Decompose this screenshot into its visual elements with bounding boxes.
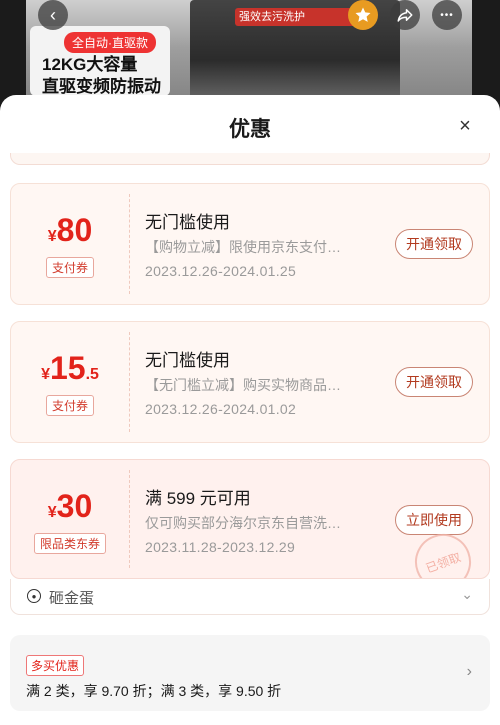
coupon-divider <box>129 332 130 432</box>
coupon-type-tag: 支付券 <box>45 257 94 278</box>
chevron-right-icon: › <box>466 663 472 680</box>
coupon-divider <box>129 470 130 568</box>
machine-banner: 强效去污洗护 <box>235 8 355 26</box>
multi-buy-text: 满 2 类，享 9.70 折；满 3 类，享 9.50 折 <box>26 683 282 699</box>
coupon-validity: 2023.12.26-2024.01.25 <box>145 263 297 279</box>
multi-buy-offer[interactable]: 多买优惠 满 2 类，享 9.70 折；满 3 类，享 9.50 折 › <box>10 635 490 711</box>
share-button[interactable] <box>390 0 420 30</box>
coupon-card[interactable]: ¥30 限品类东券 满 599 元可用 仅可购买部分海尔京东自营洗… 2023.… <box>10 459 490 579</box>
favorite-button[interactable] <box>348 0 378 30</box>
coupon-description: 仅可购买部分海尔京东自营洗… <box>145 515 341 531</box>
coupon-value: 80 <box>56 212 93 248</box>
sheet-title: 优惠 <box>229 118 271 141</box>
claim-button[interactable]: 开通领取 <box>395 229 473 259</box>
coupon-validity: 2023.12.26-2024.01.02 <box>145 401 297 417</box>
coupon-card[interactable]: ¥80 支付券 无门槛使用 【购物立减】限使用京东支付… 2023.12.26-… <box>10 183 490 305</box>
currency-symbol: ¥ <box>47 504 57 521</box>
coupon-divider <box>129 194 130 294</box>
promo-line-2: 直驱变频防振动 <box>42 77 161 96</box>
star-icon <box>355 7 371 22</box>
coupon-card[interactable]: ¥15.5 支付券 无门槛使用 【无门槛立减】购买实物商品… 2023.12.2… <box>10 321 490 443</box>
back-button[interactable]: ‹ <box>38 0 68 30</box>
coupon-sheet: 优惠 × ¥80 支付券 无门槛使用 【购物立减】限使用京东支付… 2023.1… <box>0 95 500 725</box>
back-arrow-icon: ‹ <box>50 4 56 25</box>
more-button[interactable]: ••• <box>432 0 462 30</box>
coupon-type-tag: 支付券 <box>45 395 94 416</box>
coupon-description: 【无门槛立减】购买实物商品… <box>145 377 341 393</box>
coupon-validity: 2023.11.28-2023.12.29 <box>145 539 296 555</box>
close-icon: × <box>459 114 471 137</box>
currency-symbol: ¥ <box>41 366 50 383</box>
egg-icon: ● <box>27 589 41 603</box>
use-now-button[interactable]: 立即使用 <box>395 505 473 535</box>
golden-egg-label: 砸金蛋 <box>49 590 95 607</box>
previous-coupon-edge <box>10 153 490 165</box>
coupon-title: 满 599 元可用 <box>145 489 251 508</box>
coupon-type-tag: 限品类东券 <box>33 533 106 554</box>
promo-card: 全自动·直驱款 12KG大容量 直驱变频防振动 <box>30 26 170 96</box>
currency-symbol: ¥ <box>47 228 57 245</box>
golden-egg-row[interactable]: ● 砸金蛋 ⌄ <box>10 579 490 615</box>
coupon-title: 无门槛使用 <box>145 213 230 232</box>
multi-buy-tag: 多买优惠 <box>26 655 85 676</box>
coupon-amount: ¥80 <box>11 212 129 249</box>
close-button[interactable]: × <box>454 115 476 137</box>
coupon-value: 30 <box>56 488 93 524</box>
coupon-value: 15 <box>49 350 86 386</box>
coupon-amount: ¥15.5 <box>11 350 129 387</box>
coupon-description: 【购物立减】限使用京东支付… <box>145 239 341 255</box>
coupon-amount: ¥30 <box>11 488 129 525</box>
coupon-type: 支付券 <box>11 257 129 278</box>
coupon-value-decimal: .5 <box>85 366 99 383</box>
coupon-type: 支付券 <box>11 395 129 416</box>
chevron-down-icon: ⌄ <box>461 586 473 602</box>
more-dots-icon: ••• <box>440 9 454 21</box>
claim-button[interactable]: 开通领取 <box>395 367 473 397</box>
share-icon <box>397 9 413 22</box>
coupon-title: 无门槛使用 <box>145 351 230 370</box>
coupon-type: 限品类东券 <box>11 533 129 554</box>
